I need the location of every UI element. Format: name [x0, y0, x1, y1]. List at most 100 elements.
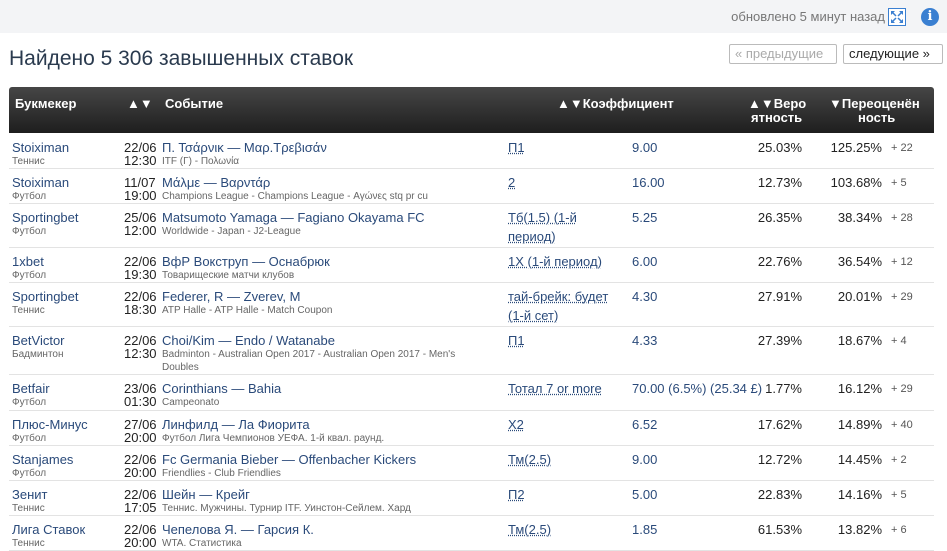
col-overvalue-line2: ность [858, 110, 896, 125]
probability-value: 22.76% [757, 254, 802, 269]
sport-label: Футбол [12, 226, 47, 237]
event-link[interactable]: Π. Τσάρνικ — Μαρ.Τρεβισάν [162, 141, 327, 154]
sport-label: Футбол [12, 191, 47, 202]
event-time: 17:05 [124, 500, 157, 515]
event-link[interactable]: Шейн — Крейг [162, 488, 250, 501]
col-event-sort[interactable]: ▲▼ [127, 97, 153, 111]
event-link[interactable]: Choi/Kim — Endo / Watanabe [162, 334, 335, 347]
bookmaker-link[interactable]: Stanjames [12, 453, 73, 466]
overvalue-value: 103.68% [830, 175, 882, 190]
more-count[interactable]: + 5 [891, 489, 907, 502]
table-row[interactable]: Sportingbet Теннис 22/06 18:30 Federer, R — … [9, 283, 934, 327]
bet-type-link[interactable]: 1Х (1-й период) [508, 252, 623, 271]
bookmaker-link[interactable]: BetVictor [12, 334, 65, 347]
more-count[interactable]: + 40 [891, 419, 913, 432]
odds-value[interactable]: 6.52 [632, 417, 657, 433]
bookmaker-link[interactable]: Плюс-Минус [12, 418, 88, 431]
event-link[interactable]: Fc Germania Bieber — Offenbacher Kickers [162, 453, 416, 466]
bet-type-link[interactable]: Тб(1.5) (1-й период) [508, 208, 623, 246]
event-time: 20:00 [124, 465, 157, 480]
probability-value: 26.35% [757, 210, 802, 225]
odds-value[interactable]: 5.25 [632, 210, 657, 226]
col-overvalue[interactable]: ▼Переоценён [829, 97, 920, 111]
event-link[interactable]: ВфР Вокструп — Оснабрюк [162, 255, 330, 268]
more-count[interactable]: + 2 [891, 454, 907, 467]
bets-table: Stoiximan Теннис 22/06 12:30 Π. Τσάρνικ — Μα… [9, 134, 934, 551]
more-count[interactable]: + 29 [891, 383, 913, 396]
event-time: 12:00 [124, 223, 157, 238]
event-link[interactable]: Federer, R — Zverev, M [162, 290, 300, 303]
odds-value[interactable]: 9.00 [632, 140, 657, 156]
prev-page-button[interactable]: « предыдущие [729, 44, 837, 64]
bookmaker-link[interactable]: Sportingbet [12, 290, 79, 303]
bet-type-link[interactable]: Тм(2.5) [508, 520, 623, 539]
bookmaker-link[interactable]: Betfair [12, 382, 50, 395]
table-row[interactable]: Betfair Футбол 23/06 01:30 Corinthians — Bah… [9, 375, 934, 411]
event-link[interactable]: Corinthians — Bahia [162, 382, 281, 395]
event-link[interactable]: Чепелова Я. — Гарсия К. [162, 523, 314, 536]
table-row[interactable]: Sportingbet Футбол 25/06 12:00 Matsumoto Yam… [9, 204, 934, 248]
table-row[interactable]: Stanjames Футбол 22/06 20:00 Fc Germania Bie… [9, 446, 934, 481]
probability-value: 27.39% [757, 333, 802, 348]
next-page-button[interactable]: следующие » [843, 44, 943, 64]
info-icon[interactable]: i [921, 8, 939, 26]
odds-value[interactable]: 4.33 [632, 333, 657, 349]
col-bookmaker[interactable]: Букмекер [15, 97, 76, 111]
bookmaker-link[interactable]: Лига Ставок [12, 523, 85, 536]
table-row[interactable]: Stoiximan Теннис 22/06 12:30 Π. Τσάρνικ — Μα… [9, 134, 934, 169]
more-count[interactable]: + 28 [891, 212, 913, 225]
event-link[interactable]: Matsumoto Yamaga — Fagiano Okayama FC [162, 211, 425, 224]
overvalue-value: 14.45% [837, 452, 882, 467]
table-row[interactable]: 1xbet Футбол 22/06 19:30 ВфР Вокструп — Осна… [9, 248, 934, 283]
bet-type-link[interactable]: П2 [508, 485, 623, 504]
event-time: 12:30 [124, 346, 157, 361]
sport-label: Футбол [12, 270, 47, 281]
table-row[interactable]: Лига Ставок Теннис 22/06 20:00 Чепелова Я. —… [9, 516, 934, 551]
overvalue-value: 36.54% [837, 254, 882, 269]
fullscreen-icon[interactable] [888, 8, 906, 26]
bet-type-link[interactable]: П1 [508, 138, 623, 157]
table-row[interactable]: Stoiximan Футбол 11/07 19:00 Μάλμε — Βαρντάρ… [9, 169, 934, 204]
bet-type-link[interactable]: П1 [508, 331, 623, 350]
more-count[interactable]: + 12 [891, 256, 913, 269]
overvalue-value: 14.16% [837, 487, 882, 502]
bookmaker-link[interactable]: 1xbet [12, 255, 44, 268]
bookmaker-link[interactable]: Sportingbet [12, 211, 79, 224]
table-row[interactable]: BetVictor Бадминтон 22/06 12:30 Choi/Kim — E… [9, 327, 934, 375]
league-label: ATP Halle - ATP Halle - Match Coupon [162, 305, 333, 316]
league-label: Friendlies - Club Friendlies [162, 468, 281, 479]
col-event[interactable]: Событие [165, 97, 223, 111]
odds-value[interactable]: 6.00 [632, 254, 657, 270]
col-odds[interactable]: ▲▼Коэффициент [557, 97, 674, 111]
bet-type-link[interactable]: 2 [508, 173, 623, 192]
col-probability[interactable]: ▲▼Веро [748, 97, 806, 111]
bet-type-link[interactable]: тай-брейк: будет (1-й сет) [508, 287, 623, 325]
bet-type-link[interactable]: Х2 [508, 415, 623, 434]
probability-value: 17.62% [757, 417, 802, 432]
odds-value[interactable]: 5.00 [632, 487, 657, 503]
bookmaker-link[interactable]: Stoiximan [12, 141, 69, 154]
bookmaker-link[interactable]: Зенит [12, 488, 47, 501]
odds-value[interactable]: 4.30 [632, 289, 657, 305]
table-row[interactable]: Зенит Теннис 22/06 17:05 Шейн — Крейг Теннис.… [9, 481, 934, 516]
probability-value: 12.73% [757, 175, 802, 190]
more-count[interactable]: + 5 [891, 177, 907, 190]
bookmaker-link[interactable]: Stoiximan [12, 176, 69, 189]
more-count[interactable]: + 4 [891, 335, 907, 348]
table-row[interactable]: Плюс-Минус Футбол 27/06 20:00 Линфилд — Ла Ф… [9, 411, 934, 446]
more-count[interactable]: + 22 [891, 142, 913, 155]
event-link[interactable]: Μάλμε — Βαρντάρ [162, 176, 270, 189]
more-count[interactable]: + 29 [891, 291, 913, 304]
col-probability-line2: ятность [751, 110, 803, 125]
odds-value[interactable]: 1.85 [632, 522, 657, 538]
sport-label: Теннис [12, 503, 45, 514]
event-time: 20:00 [124, 535, 157, 550]
odds-value[interactable]: 16.00 [632, 175, 665, 191]
more-count[interactable]: + 6 [891, 524, 907, 537]
event-link[interactable]: Линфилд — Ла Фиорита [162, 418, 310, 431]
bet-type-link[interactable]: Тотал 7 or more [508, 379, 623, 398]
probability-value: 12.72% [757, 452, 802, 467]
probability-value: 1.77% [765, 381, 802, 396]
bet-type-link[interactable]: Тм(2.5) [508, 450, 623, 469]
odds-value[interactable]: 9.00 [632, 452, 657, 468]
